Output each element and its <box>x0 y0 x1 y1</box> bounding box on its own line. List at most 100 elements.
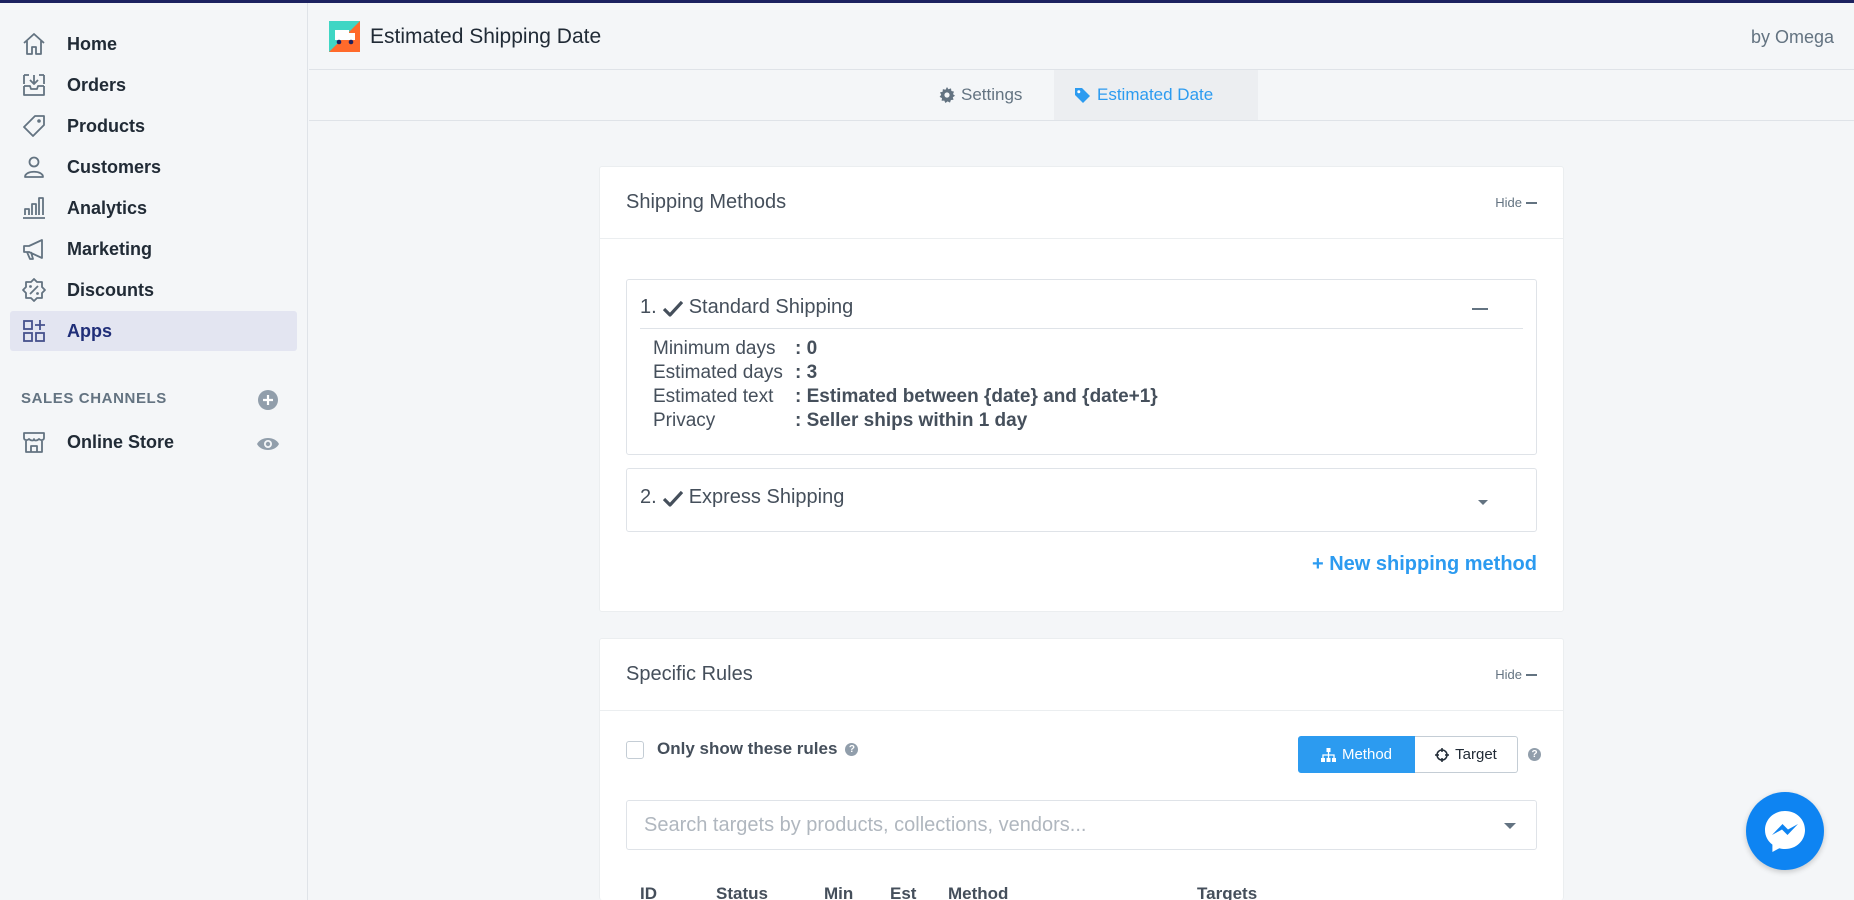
gear-icon <box>939 87 955 103</box>
bar-chart-icon <box>20 194 48 222</box>
help-icon[interactable]: ? <box>1528 748 1541 761</box>
detail-key: Estimated days <box>653 362 783 383</box>
discount-icon <box>20 276 48 304</box>
tab-settings[interactable]: Settings <box>919 70 1042 120</box>
column-header-est: Est <box>890 884 917 900</box>
hide-label: Hide <box>1495 195 1522 210</box>
only-show-rules-checkbox[interactable] <box>626 741 644 759</box>
dropdown-caret-icon[interactable] <box>1504 823 1516 829</box>
minus-icon <box>1526 201 1537 204</box>
divider <box>640 328 1523 329</box>
detail-key: Estimated text <box>653 386 774 407</box>
detail-value: : Seller ships within 1 day <box>795 410 1028 431</box>
search-targets-field[interactable] <box>626 800 1537 850</box>
card-title: Specific Rules <box>626 663 753 685</box>
target-toggle-label: Target <box>1455 746 1497 763</box>
app-header: Estimated Shipping Date by Omega <box>309 3 1854 70</box>
card-header: Specific Rules Hide <box>600 639 1563 711</box>
home-icon <box>20 30 48 58</box>
sidebar-item-label: Home <box>67 33 118 54</box>
column-header-min: Min <box>824 884 854 900</box>
shipping-method-item: 1. Standard Shipping Minimum days : 0 Es… <box>626 279 1537 455</box>
hide-shipping-methods-button[interactable]: Hide <box>1495 195 1537 210</box>
eye-icon[interactable] <box>256 432 280 456</box>
vendor-label: by Omega <box>1750 27 1834 47</box>
tab-settings-label: Settings <box>961 85 1023 104</box>
sidebar-item-label: Orders <box>67 74 127 95</box>
detail-key: Privacy <box>653 410 716 431</box>
sidebar-item-marketing[interactable]: Marketing <box>10 229 297 269</box>
method-number: 2. <box>640 486 657 508</box>
new-shipping-method-link[interactable]: + New shipping method <box>1312 553 1537 576</box>
hide-label: Hide <box>1495 667 1522 682</box>
detail-row: Estimated text : Estimated between {date… <box>653 386 1158 408</box>
view-toggle: Method Target <box>1298 736 1518 773</box>
detail-value: : 0 <box>795 338 818 359</box>
sidebar-item-label: Apps <box>67 320 112 341</box>
store-icon <box>20 428 48 456</box>
tab-estimated-date[interactable]: Estimated Date <box>1054 70 1258 120</box>
minus-icon <box>1526 673 1537 676</box>
sidebar-item-orders[interactable]: Orders <box>10 65 297 105</box>
sidebar-item-label: Discounts <box>67 279 155 300</box>
orders-icon <box>20 71 48 99</box>
detail-value: : 3 <box>795 362 818 383</box>
card-header: Shipping Methods Hide <box>600 167 1563 239</box>
check-icon <box>662 490 683 507</box>
shipping-methods-card: Shipping Methods Hide 1. Standard Shippi… <box>599 166 1564 612</box>
collapse-method-button[interactable] <box>1472 308 1488 310</box>
apps-grid-icon <box>20 317 48 345</box>
messenger-chat-button[interactable] <box>1746 792 1824 870</box>
method-name: Express Shipping <box>688 486 845 508</box>
hide-specific-rules-button[interactable]: Hide <box>1495 667 1537 682</box>
sidebar-item-products[interactable]: Products <box>10 106 297 146</box>
tag-icon <box>20 112 48 140</box>
sidebar-item-label: Analytics <box>67 197 148 218</box>
checkbox-label-text: Only show these rules <box>657 739 838 758</box>
tab-bar: Settings Estimated Date <box>309 70 1854 121</box>
method-header[interactable]: 2. Express Shipping <box>640 486 844 509</box>
column-header-targets: Targets <box>1197 884 1258 900</box>
expand-method-caret-icon[interactable] <box>1478 500 1488 505</box>
sidebar: Home Orders Products Customers Analytics… <box>0 3 308 900</box>
column-header-id: ID <box>640 884 657 900</box>
method-name: Standard Shipping <box>688 296 854 318</box>
shipping-method-item: 2. Express Shipping <box>626 468 1537 532</box>
sidebar-item-online-store[interactable]: Online Store <box>10 422 297 462</box>
method-number: 1. <box>640 296 657 318</box>
sidebar-item-apps[interactable]: Apps <box>10 311 297 351</box>
sidebar-item-home[interactable]: Home <box>10 24 297 64</box>
sidebar-item-analytics[interactable]: Analytics <box>10 188 297 228</box>
help-icon[interactable]: ? <box>845 742 859 756</box>
method-toggle-label: Method <box>1341 746 1393 763</box>
card-title: Shipping Methods <box>626 191 787 213</box>
search-targets-input[interactable] <box>627 801 1477 849</box>
sidebar-item-label: Products <box>67 115 146 136</box>
app-title: Estimated Shipping Date <box>370 25 602 48</box>
tag-icon <box>1075 87 1090 103</box>
target-toggle-button[interactable]: Target <box>1415 736 1518 773</box>
sidebar-item-label: Marketing <box>67 238 153 259</box>
sidebar-item-label: Online Store <box>67 431 175 452</box>
add-sales-channel-icon[interactable] <box>257 389 279 411</box>
sidebar-item-label: Customers <box>67 156 162 177</box>
detail-row: Estimated days : 3 <box>653 362 817 384</box>
person-icon <box>20 153 48 181</box>
sales-channels-title: SALES CHANNELS <box>21 390 167 407</box>
sitemap-icon <box>1320 747 1336 762</box>
method-header[interactable]: 1. Standard Shipping <box>640 296 853 319</box>
tab-estimated-date-label: Estimated Date <box>1097 85 1214 104</box>
method-toggle-button[interactable]: Method <box>1298 736 1415 773</box>
app-logo-icon <box>329 21 360 52</box>
specific-rules-card: Specific Rules Hide Only show these rule… <box>599 638 1564 900</box>
sidebar-item-discounts[interactable]: Discounts <box>10 270 297 310</box>
column-header-method: Method <box>948 884 1009 900</box>
detail-value: : Estimated between {date} and {date+1} <box>795 386 1158 407</box>
sidebar-item-customers[interactable]: Customers <box>10 147 297 187</box>
detail-row: Privacy : Seller ships within 1 day <box>653 410 1027 432</box>
detail-row: Minimum days : 0 <box>653 338 817 360</box>
only-show-rules-label: Only show these rules ? <box>657 739 859 759</box>
column-header-status: Status <box>716 884 768 900</box>
check-icon <box>662 300 683 317</box>
messenger-icon <box>1765 811 1805 852</box>
